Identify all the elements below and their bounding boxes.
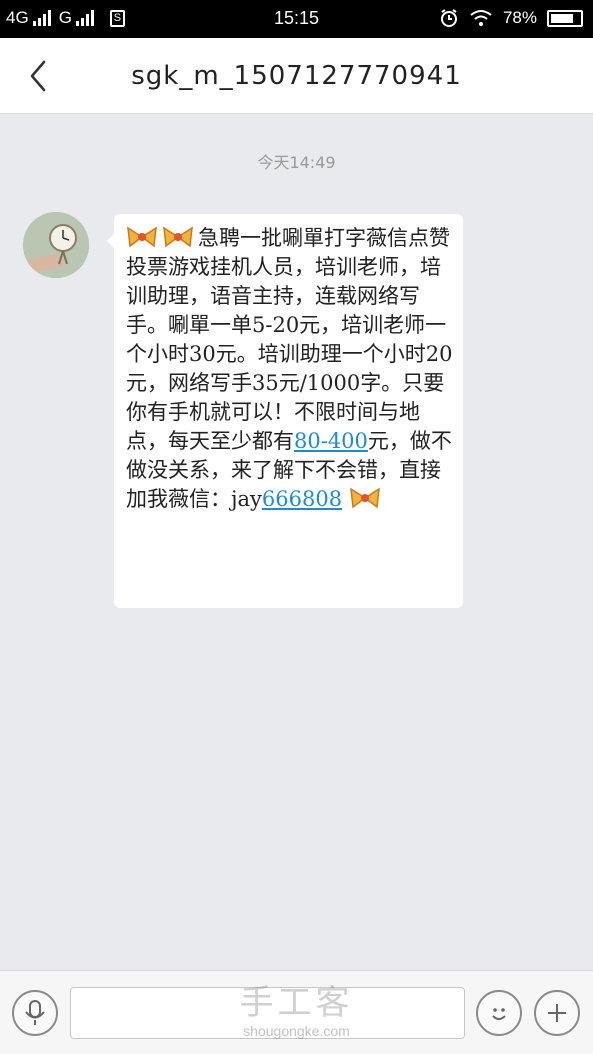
battery-icon: [547, 9, 583, 27]
chevron-left-icon: [30, 60, 46, 92]
message-bubble[interactable]: 急聘一批唰單打字薇信点赞投票游戏挂机人员，培训老师，培训助理，语音主持，连载网络…: [107, 214, 463, 608]
plus-icon: [548, 1004, 566, 1022]
bow-emoji-icon: [349, 487, 380, 509]
status-right: 78%: [439, 8, 583, 28]
input-bar: 手工客 shougongke.com: [0, 970, 593, 1054]
clock-photo-icon: [23, 212, 89, 278]
avatar[interactable]: [23, 212, 89, 278]
alarm-icon: [440, 9, 457, 27]
message-text: 急聘一批唰單打字薇信点赞投票游戏挂机人员，培训老师，培训助理，语音主持，连载网络…: [126, 226, 453, 453]
smiley-icon: [492, 1008, 506, 1020]
bow-emoji-icon: [127, 226, 157, 248]
battery-percent: 78%: [502, 8, 537, 27]
nav-bar: sgk_m_1507127770941: [0, 38, 593, 114]
bow-emoji-icon: [163, 226, 193, 248]
conversation-title: sgk_m_1507127770941: [131, 61, 462, 91]
chat-area[interactable]: 今天14:49 急聘一批唰單打字薇信点赞投票游戏挂机人员，培训老师，培训助理，语…: [0, 115, 593, 970]
message-timestamp: 今天14:49: [257, 153, 336, 172]
emoji-button[interactable]: [476, 990, 522, 1036]
wifi-icon: [470, 10, 492, 26]
more-button[interactable]: [534, 990, 580, 1036]
message-link-range[interactable]: 80-400: [294, 429, 368, 453]
back-button[interactable]: [18, 56, 58, 96]
message-link-number[interactable]: 666808: [262, 487, 342, 511]
status-bar: 4G G S 15:15 78%: [0, 0, 593, 38]
